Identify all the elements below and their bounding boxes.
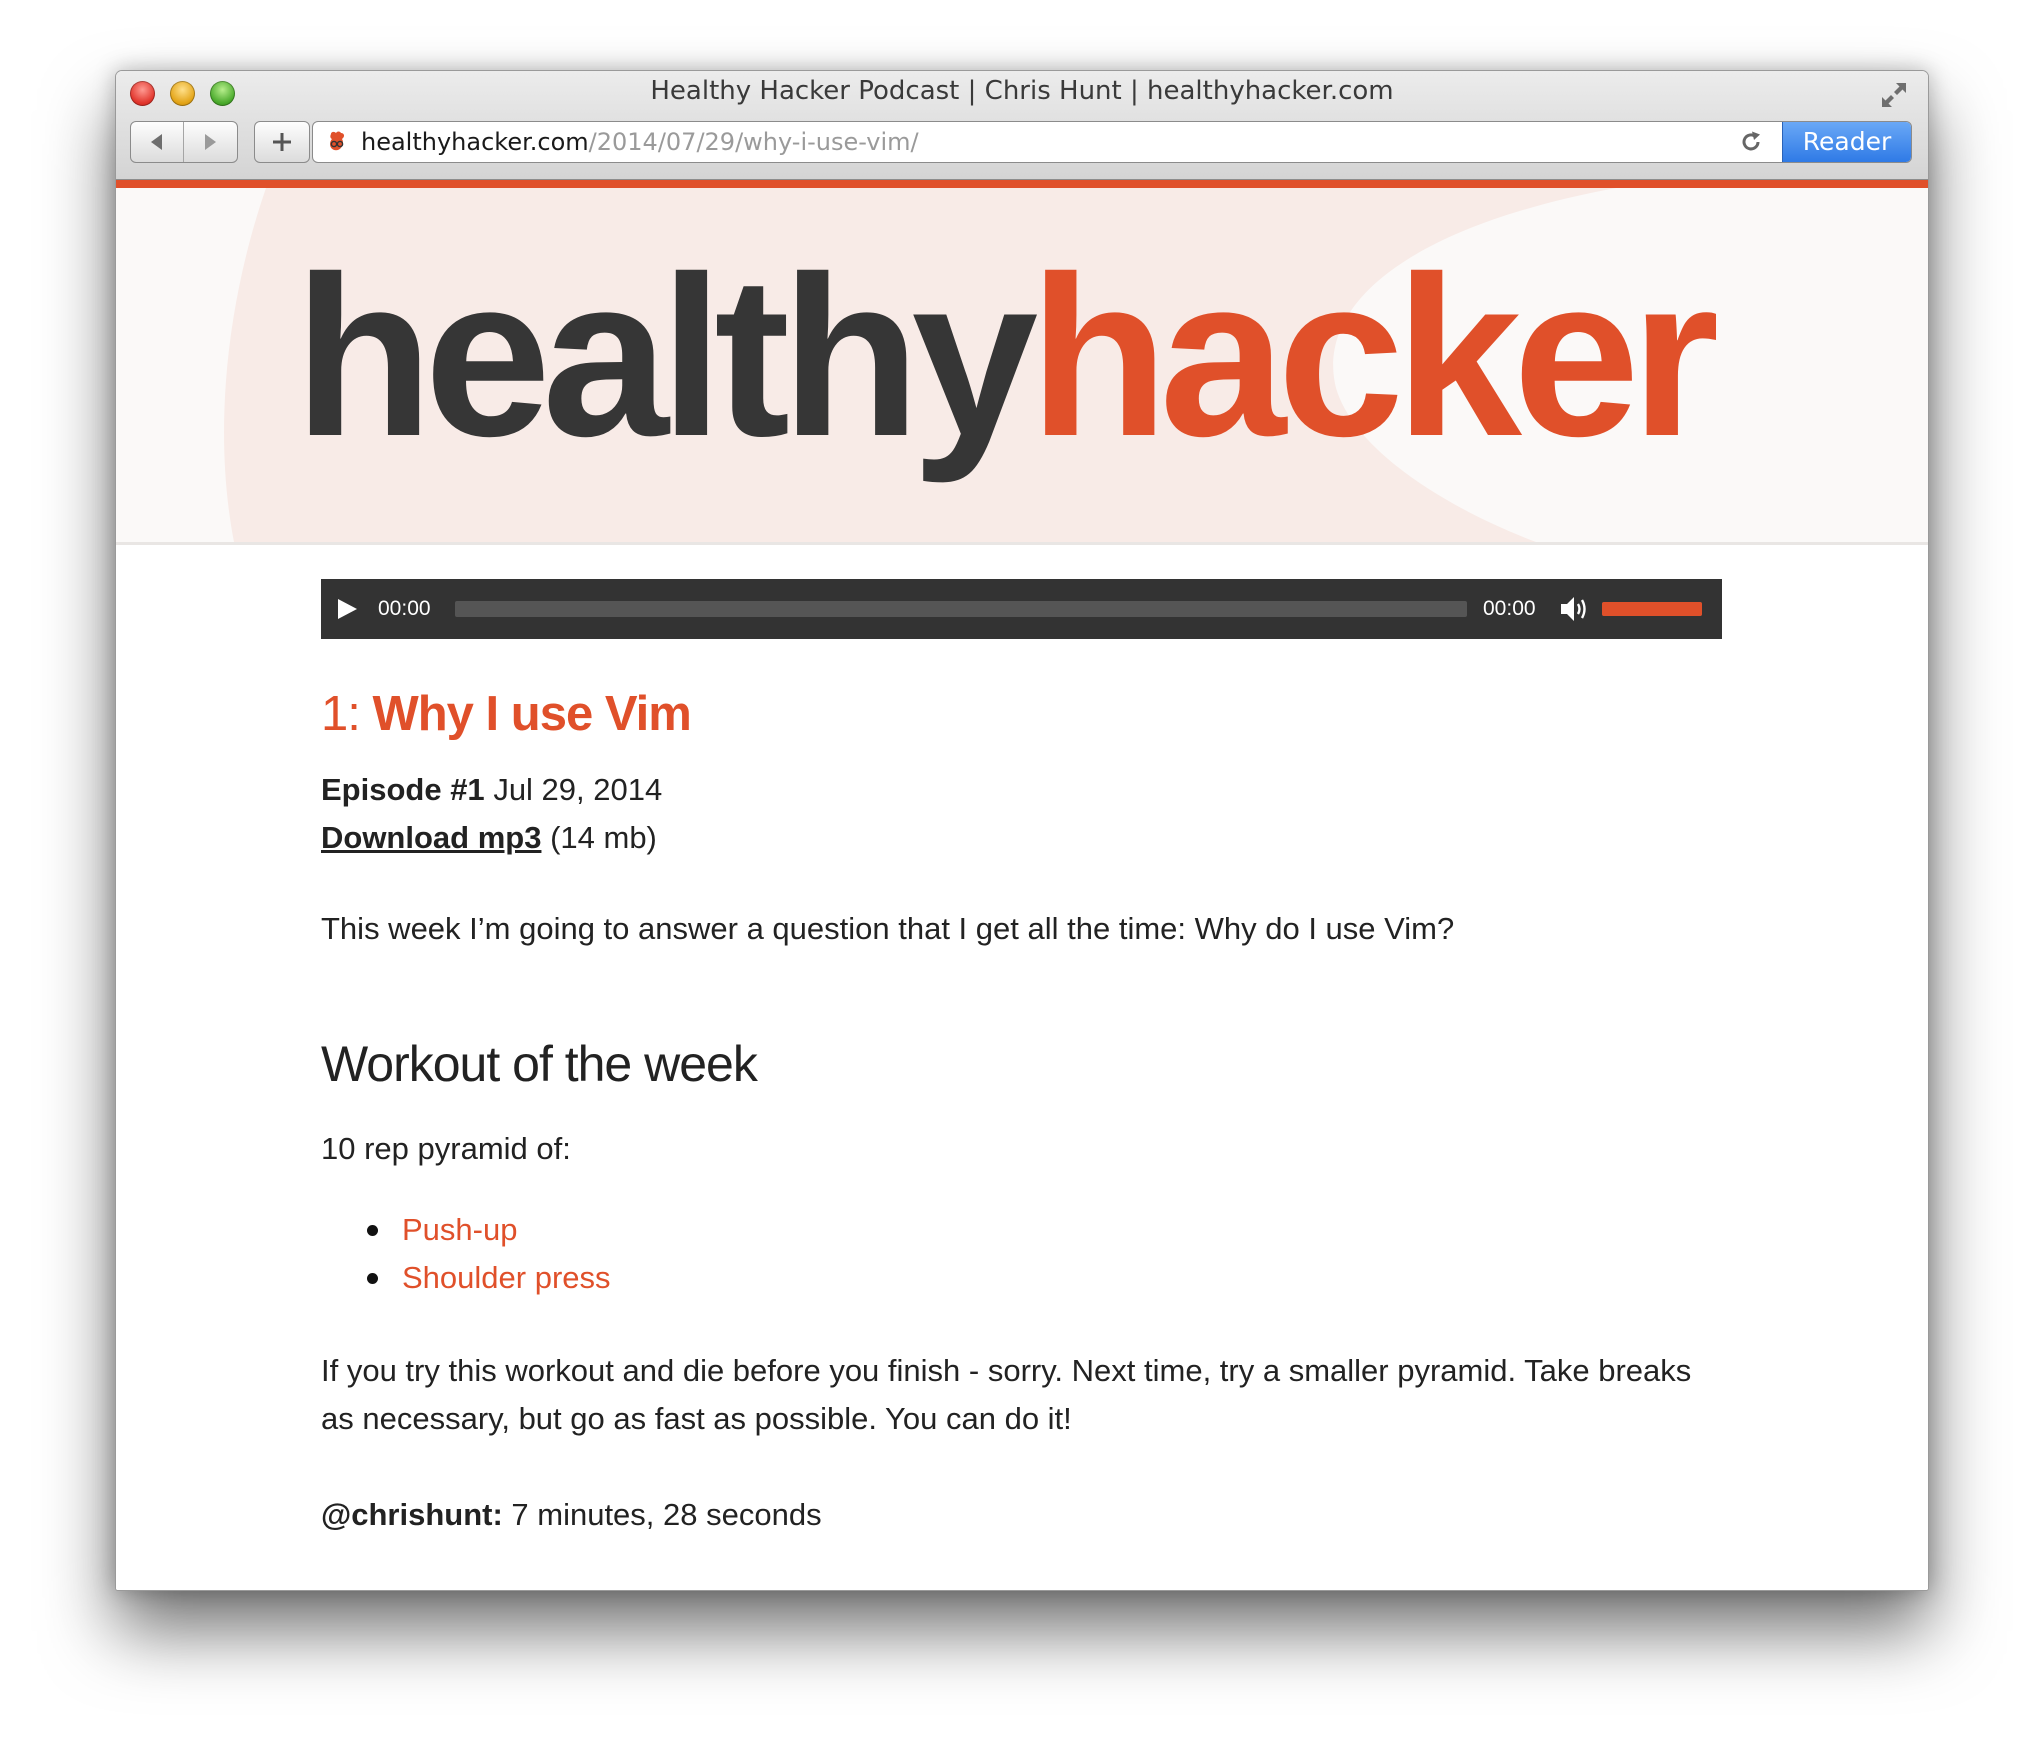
bullet — [367, 1273, 378, 1284]
web-page: healthyhacker 00:00 00:00 1: Why I use V… — [116, 180, 1928, 1590]
post-title: 1: Why I use Vim — [321, 684, 692, 744]
download-size: (14 mb) — [550, 820, 657, 855]
list-item: Push-up — [321, 1206, 611, 1254]
fullscreen-icon[interactable] — [1878, 79, 1910, 111]
bullet — [367, 1225, 378, 1236]
address-bar[interactable]: healthyhacker.com/2014/07/29/why-i-use-v… — [312, 121, 1912, 163]
reload-icon[interactable] — [1739, 130, 1763, 154]
list-item: Shoulder press — [321, 1254, 611, 1302]
volume-icon[interactable] — [1559, 594, 1591, 624]
workout-heading: Workout of the week — [321, 1035, 758, 1092]
download-mp3-link[interactable]: Download mp3 — [321, 820, 541, 855]
workout-time: @chrishunt: 7 minutes, 28 seconds — [321, 1491, 822, 1539]
logo-healthy: healthy — [294, 230, 1038, 484]
intro-paragraph: This week I’m going to answer a question… — [321, 911, 1455, 946]
exercise-list: Push-up Shoulder press — [321, 1206, 611, 1302]
episode-date: Jul 29, 2014 — [493, 772, 663, 807]
plus-icon — [273, 133, 291, 151]
site-header: healthyhacker — [116, 188, 1928, 545]
exercise-link-push-up[interactable]: Push-up — [402, 1212, 517, 1247]
download-line: Download mp3 (14 mb) — [321, 818, 657, 858]
audio-player: 00:00 00:00 — [321, 579, 1722, 639]
window-title: Healthy Hacker Podcast | Chris Hunt | he… — [650, 76, 1394, 106]
site-favicon-icon — [330, 131, 345, 151]
back-button[interactable] — [131, 122, 184, 162]
episode-label: Episode #1 — [321, 772, 485, 807]
back-arrow-icon — [151, 134, 162, 150]
site-logo[interactable]: healthyhacker — [294, 192, 1719, 522]
browser-toolbar: Healthy Hacker Podcast | Chris Hunt | he… — [116, 71, 1928, 180]
new-tab-button[interactable] — [254, 121, 310, 163]
episode-number: 1: — [321, 687, 361, 741]
forward-button[interactable] — [184, 122, 236, 162]
pyramid-text: 10 rep pyramid of: — [321, 1131, 571, 1166]
episode-meta: Episode #1 Jul 29, 2014 — [321, 770, 662, 810]
url-domain: healthyhacker.com — [361, 128, 589, 156]
history-nav — [130, 121, 238, 163]
play-icon[interactable] — [335, 597, 359, 621]
browser-window: Healthy Hacker Podcast | Chris Hunt | he… — [115, 70, 1929, 1591]
current-time: 00:00 — [378, 597, 431, 620]
total-time: 00:00 — [1483, 597, 1536, 620]
twitter-handle: @chrishunt: — [321, 1497, 503, 1532]
progress-bar[interactable] — [455, 601, 1467, 617]
forward-arrow-icon — [205, 134, 216, 150]
url-path: /2014/07/29/why-i-use-vim/ — [588, 128, 919, 156]
workout-duration: 7 minutes, 28 seconds — [502, 1497, 822, 1532]
volume-fill — [1602, 602, 1702, 616]
exercise-link-shoulder-press[interactable]: Shoulder press — [402, 1260, 611, 1295]
volume-slider[interactable] — [1602, 602, 1702, 616]
reader-button[interactable]: Reader — [1782, 122, 1911, 162]
episode-title-link[interactable]: Why I use Vim — [373, 687, 692, 741]
advice-paragraph: If you try this workout and die before y… — [321, 1353, 1692, 1436]
accent-rule — [116, 180, 1928, 188]
logo-hacker: hacker — [1029, 230, 1719, 484]
url-field[interactable]: healthyhacker.com/2014/07/29/why-i-use-v… — [361, 126, 919, 158]
